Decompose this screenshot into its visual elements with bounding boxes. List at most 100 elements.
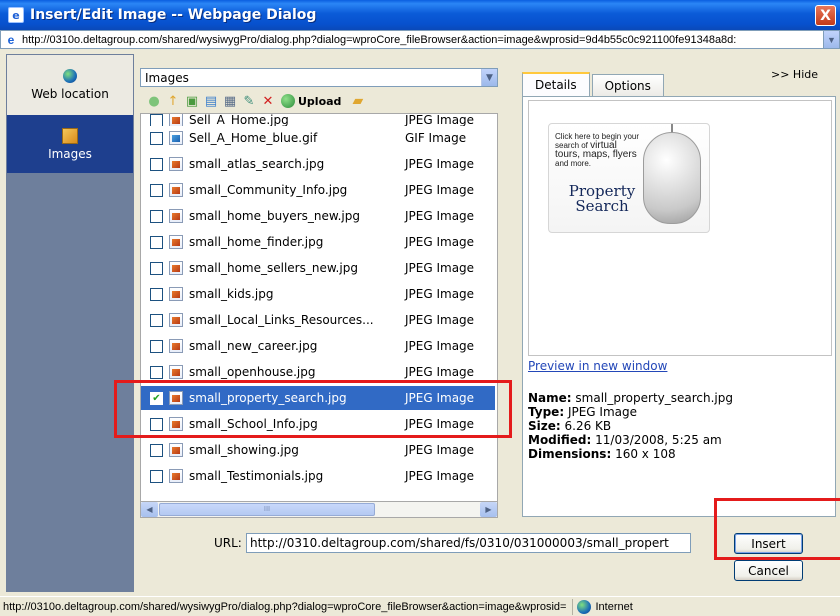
list-item[interactable]: small_home_sellers_new.jpg JPEG Image: [141, 256, 495, 280]
list-item[interactable]: small_new_career.jpg JPEG Image: [141, 334, 495, 358]
list-item[interactable]: Sell_A_Home_blue.gif GIF Image: [141, 126, 495, 150]
preview-new-window-link[interactable]: Preview in new window: [528, 359, 667, 373]
list-item[interactable]: small_Local_Links_Resources... JPEG Imag…: [141, 308, 495, 332]
jpeg-file-icon: [169, 287, 183, 301]
delete-icon[interactable]: ✕: [260, 93, 276, 109]
close-button[interactable]: X: [815, 5, 836, 26]
file-checkbox[interactable]: [150, 339, 163, 353]
file-checkbox[interactable]: [150, 365, 163, 379]
file-name: small_kids.jpg: [189, 287, 274, 301]
file-name: small_property_search.jpg: [189, 391, 347, 405]
status-url: http://0310o.deltagroup.com/shared/wysiw…: [3, 600, 567, 613]
edit-icon[interactable]: ✎: [241, 93, 257, 109]
file-name: small_School_Info.jpg: [189, 417, 318, 431]
list-item[interactable]: small_showing.jpg JPEG Image: [141, 438, 495, 462]
up-folder-icon[interactable]: ↑: [165, 93, 181, 109]
file-checkbox[interactable]: [150, 443, 163, 457]
globe-icon: [63, 69, 77, 83]
address-dropdown-icon[interactable]: ▼: [823, 31, 839, 48]
list-item[interactable]: small_Community_Info.jpg JPEG Image: [141, 178, 495, 202]
thumbnail-caption: Click here to begin your search of virtu…: [555, 132, 645, 168]
cancel-button[interactable]: Cancel: [734, 560, 803, 581]
internet-zone-icon: [577, 599, 592, 614]
jpeg-file-icon: [169, 365, 183, 379]
list-item[interactable]: small_kids.jpg JPEG Image: [141, 282, 495, 306]
file-type: JPEG Image: [405, 114, 475, 126]
list-item[interactable]: small_School_Info.jpg JPEG Image: [141, 412, 495, 436]
caption-line: and more.: [555, 159, 592, 168]
list-item[interactable]: small_openhouse.jpg JPEG Image: [141, 360, 495, 384]
file-checkbox[interactable]: [150, 417, 163, 431]
file-name: Sell_A_Home.jpg: [189, 114, 289, 126]
list-item[interactable]: small_home_finder.jpg JPEG Image: [141, 230, 495, 254]
file-type: JPEG Image: [405, 157, 475, 171]
file-name: small_atlas_search.jpg: [189, 157, 325, 171]
upload-button[interactable]: Upload: [281, 94, 341, 108]
detail-size: Size: 6.26 KB: [528, 419, 733, 433]
list-item-selected[interactable]: ✔ small_property_search.jpg JPEG Image: [141, 386, 495, 410]
detail-value: small_property_search.jpg: [575, 391, 733, 405]
file-checkbox[interactable]: [150, 183, 163, 197]
file-name: small_home_sellers_new.jpg: [189, 261, 358, 275]
list-item[interactable]: small_home_buyers_new.jpg JPEG Image: [141, 204, 495, 228]
file-checkbox[interactable]: [150, 313, 163, 327]
detail-label: Modified:: [528, 433, 592, 447]
folder-select[interactable]: Images ▼: [140, 68, 498, 87]
new-folder-icon[interactable]: ▰: [352, 93, 363, 109]
file-list-horizontal-scrollbar[interactable]: ◀ III ▶: [140, 501, 498, 518]
insert-button[interactable]: Insert: [734, 533, 803, 554]
list-item[interactable]: small_atlas_search.jpg JPEG Image: [141, 152, 495, 176]
security-zone: Internet: [572, 598, 633, 615]
nav-item-label: Web location: [31, 87, 109, 101]
file-checkbox[interactable]: [150, 469, 163, 483]
jpeg-file-icon: [169, 261, 183, 275]
detail-label: Type:: [528, 405, 565, 419]
jpeg-file-icon: [169, 183, 183, 197]
file-type: JPEG Image: [405, 183, 475, 197]
file-list-vertical-scrollbar[interactable]: ▲ ▼: [497, 114, 498, 516]
view-icon[interactable]: ▦: [222, 93, 238, 109]
file-name: small_Testimonials.jpg: [189, 469, 324, 483]
scroll-down-icon[interactable]: ▼: [497, 483, 498, 500]
jpeg-file-icon: [169, 313, 183, 327]
tab-label: Options: [604, 78, 651, 93]
file-checkbox[interactable]: [150, 131, 163, 145]
preview-tabs: Details Options: [522, 72, 666, 96]
nav-item-images[interactable]: Images: [7, 115, 133, 173]
jpeg-file-icon: [169, 417, 183, 431]
computer-mouse-graphic: [643, 132, 701, 224]
ie-dialog-icon: e: [8, 7, 24, 23]
file-type: JPEG Image: [405, 417, 475, 431]
scroll-left-icon[interactable]: ◀: [141, 502, 158, 517]
list-item[interactable]: small_Testimonials.jpg JPEG Image: [141, 464, 495, 488]
hide-panel-link[interactable]: >> Hide: [771, 68, 818, 81]
tab-details[interactable]: Details: [522, 72, 590, 96]
move-icon[interactable]: ▣: [184, 93, 200, 109]
jpeg-file-icon: [169, 469, 183, 483]
back-icon[interactable]: ●: [146, 93, 162, 109]
file-checkbox[interactable]: ✔: [150, 391, 163, 405]
file-checkbox[interactable]: [150, 114, 163, 126]
file-type: GIF Image: [405, 131, 467, 145]
nav-item-web-location[interactable]: Web location: [7, 55, 133, 115]
file-type: JPEG Image: [405, 313, 475, 327]
file-checkbox[interactable]: [150, 235, 163, 249]
url-input[interactable]: http://0310.deltagroup.com/shared/fs/031…: [246, 533, 691, 553]
scroll-right-icon[interactable]: ▶: [480, 502, 497, 517]
tab-options[interactable]: Options: [591, 74, 664, 96]
file-type: JPEG Image: [405, 339, 475, 353]
file-name: Sell_A_Home_blue.gif: [189, 131, 318, 145]
file-checkbox[interactable]: [150, 157, 163, 171]
scroll-up-icon[interactable]: ▲: [497, 114, 498, 131]
close-icon: X: [820, 7, 831, 24]
list-item[interactable]: Sell_A_Home.jpg JPEG Image: [141, 114, 495, 126]
file-checkbox[interactable]: [150, 287, 163, 301]
scrollbar-thumb[interactable]: III: [159, 503, 375, 516]
copy-icon[interactable]: ▤: [203, 93, 219, 109]
image-preview-area: Click here to begin your search of virtu…: [528, 100, 832, 356]
file-checkbox[interactable]: [150, 209, 163, 223]
detail-label: Name:: [528, 391, 572, 405]
detail-value: 11/03/2008, 5:25 am: [595, 433, 722, 447]
file-checkbox[interactable]: [150, 261, 163, 275]
chevron-down-icon[interactable]: ▼: [481, 69, 497, 86]
